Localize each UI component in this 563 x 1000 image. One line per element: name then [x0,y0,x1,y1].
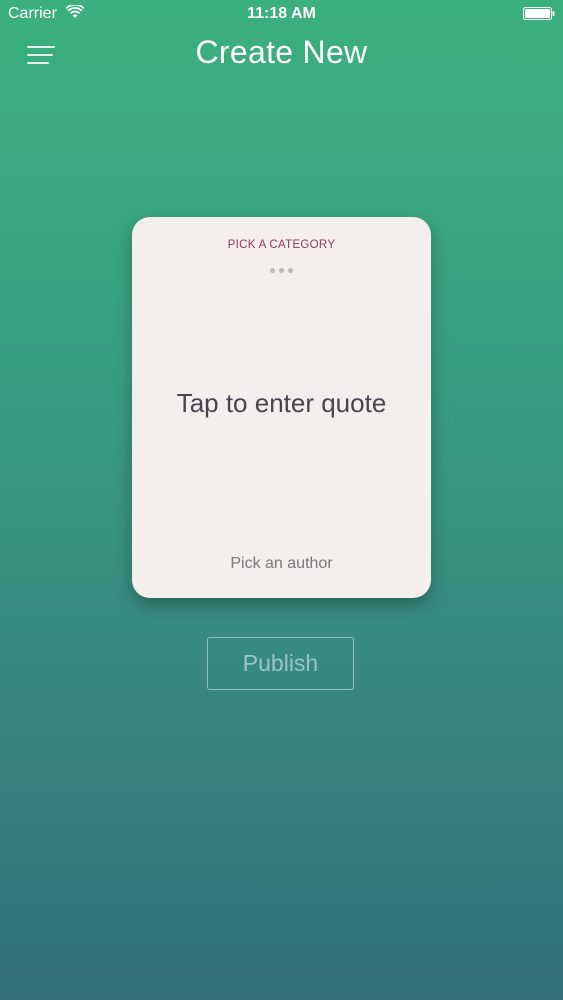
status-bar: Carrier 11:18 AM [0,0,563,28]
nav-header: Create New [0,28,563,82]
more-dots-icon [132,260,431,273]
quote-input[interactable]: Tap to enter quote [132,388,431,419]
status-time: 11:18 AM [247,5,316,22]
quote-card: PICK A CATEGORY Tap to enter quote Pick … [132,217,431,598]
pick-category-button[interactable]: PICK A CATEGORY [132,239,431,251]
battery-full-icon [523,7,555,20]
publish-button[interactable]: Publish [207,637,354,690]
page-title: Create New [195,34,368,70]
pick-author-button[interactable]: Pick an author [132,555,431,573]
